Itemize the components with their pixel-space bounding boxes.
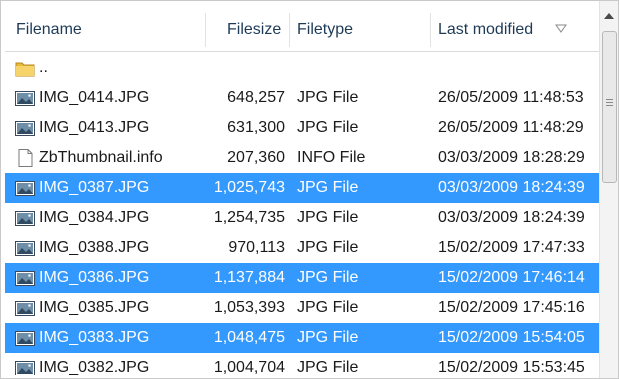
column-divider[interactable] [430,13,431,47]
file-name: IMG_0382.JPG [39,359,150,375]
file-size: 648,257 [227,89,285,106]
file-size: 1,025,743 [213,179,285,196]
vertical-scrollbar[interactable] [599,1,618,378]
sort-descending-icon [555,22,567,38]
file-name: IMG_0413.JPG [39,119,150,136]
file-name: .. [39,59,48,76]
file-list: Filename Filesize Filetype Last modified… [5,9,600,375]
file-modified: 26/05/2009 11:48:29 [438,119,584,136]
folder-icon [14,58,36,78]
file-type: JPG File [297,269,359,286]
file-name: IMG_0384.JPG [39,209,150,226]
file-size: 1,254,735 [213,209,285,226]
image-file-icon [14,358,36,375]
file-modified: 15/02/2009 15:53:45 [438,359,585,375]
file-row-selected[interactable]: IMG_0387.JPG 1,025,743 JPG File 03/03/2009 … [5,173,600,203]
scrollbar-thumb[interactable] [602,31,617,183]
file-type: JPG File [297,209,359,226]
column-header-filename[interactable]: Filename [16,9,82,51]
file-name: IMG_0385.JPG [39,299,150,316]
file-row[interactable]: IMG_0388.JPG 970,113 JPG File 15/02/2009 17… [5,233,600,263]
file-list-panel: Filename Filesize Filetype Last modified… [0,0,619,379]
file-row[interactable]: IMG_0413.JPG 631,300 JPG File 26/05/2009 11… [5,113,600,143]
file-modified: 15/02/2009 17:46:14 [438,269,585,286]
file-modified: 26/05/2009 11:48:53 [438,89,584,106]
file-size: 631,300 [227,119,285,136]
image-file-icon [14,268,36,288]
file-modified: 03/03/2009 18:24:39 [438,209,585,226]
file-row[interactable]: .. [5,53,600,83]
column-header-row: Filename Filesize Filetype Last modified [5,9,600,52]
thumb-grip-line [606,105,613,106]
file-size: 1,048,475 [213,329,285,346]
file-row[interactable]: ZbThumbnail.info 207,360 INFO File 03/03/20… [5,143,600,173]
file-name: IMG_0387.JPG [39,179,150,196]
file-type: JPG File [297,329,359,346]
file-row[interactable]: IMG_0385.JPG 1,053,393 JPG File 15/02/2009 … [5,293,600,323]
file-type: JPG File [297,179,359,196]
image-file-icon [14,118,36,138]
file-type: JPG File [297,89,359,106]
file-size: 1,137,884 [213,269,285,286]
document-file-icon [14,148,36,168]
file-size: 1,004,704 [213,359,285,375]
scroll-up-arrow-icon[interactable] [604,13,614,19]
column-divider[interactable] [205,13,206,47]
file-name: IMG_0386.JPG [39,269,150,286]
file-row-selected[interactable]: IMG_0383.JPG 1,048,475 JPG File 15/02/2009 … [5,323,600,353]
file-modified: 03/03/2009 18:28:29 [438,149,585,166]
column-header-filesize[interactable]: Filesize [227,9,281,51]
image-file-icon [14,328,36,348]
file-row[interactable]: IMG_0382.JPG 1,004,704 JPG File 15/02/2009 … [5,353,600,375]
file-size: 207,360 [227,149,285,166]
file-row[interactable]: IMG_0384.JPG 1,254,735 JPG File 03/03/2009 … [5,203,600,233]
file-row[interactable]: IMG_0414.JPG 648,257 JPG File 26/05/2009 11… [5,83,600,113]
thumb-grip-line [606,99,613,100]
file-modified: 15/02/2009 17:47:33 [438,239,585,256]
image-file-icon [14,238,36,258]
thumb-grip-line [606,102,613,103]
column-header-filetype[interactable]: Filetype [297,9,353,51]
file-name: IMG_0414.JPG [39,89,150,106]
image-file-icon [14,178,36,198]
file-name: IMG_0388.JPG [39,239,150,256]
file-modified: 03/03/2009 18:24:39 [438,179,585,196]
file-modified: 15/02/2009 15:54:05 [438,329,585,346]
file-type: JPG File [297,359,359,375]
image-file-icon [14,88,36,108]
file-row-selected[interactable]: IMG_0386.JPG 1,137,884 JPG File 15/02/2009 … [5,263,600,293]
image-file-icon [14,208,36,228]
column-header-last-modified[interactable]: Last modified [438,9,533,51]
column-divider[interactable] [289,13,290,47]
file-type: INFO File [297,149,366,166]
file-size: 1,053,393 [213,299,285,316]
file-size: 970,113 [228,239,285,256]
file-type: JPG File [297,239,359,256]
file-name: IMG_0383.JPG [39,329,150,346]
file-type: JPG File [297,119,359,136]
image-file-icon [14,298,36,318]
file-modified: 15/02/2009 17:45:16 [438,299,585,316]
file-type: JPG File [297,299,359,316]
file-name: ZbThumbnail.info [39,149,163,166]
